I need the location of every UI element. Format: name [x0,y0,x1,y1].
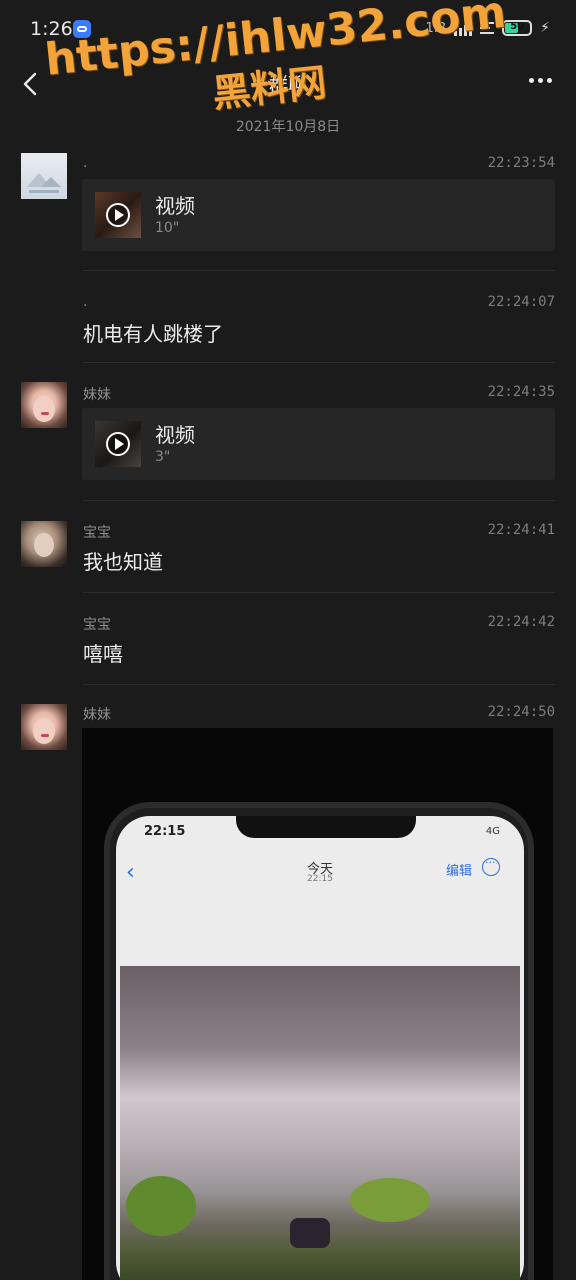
video-label: 视频 [155,423,195,447]
video-message[interactable]: 视频 3" [82,408,555,480]
data-icon [480,22,495,34]
avatar[interactable] [21,153,67,199]
play-icon [106,203,130,227]
network-speed: 1.3 [425,20,447,36]
avatar[interactable] [21,382,67,428]
sender-name: 宝宝 [83,617,111,633]
battery-icon: 50 [502,20,533,36]
video-duration: 10" [155,220,180,236]
avatar[interactable] [21,704,67,750]
bush-shape [350,1178,430,1222]
image-message[interactable]: 22:15 4G ‹ 今天 22:15 编辑 [82,728,553,1280]
signal-icon [454,20,473,36]
video-thumbnail [95,421,141,467]
sender-name: . [83,155,88,171]
play-icon [106,432,130,456]
sender-name: 妹妹 [83,707,111,723]
divider [83,592,555,593]
bush-shape [126,1176,196,1236]
phone-notch [236,816,416,838]
video-label: 视频 [155,194,195,218]
divider [83,684,555,685]
message-text[interactable]: 我也知道 [83,546,163,575]
message-time: 22:23:54 [487,155,555,171]
sender-name: 妹妹 [83,387,111,403]
divider [83,362,555,363]
photo-more-icon [482,856,500,876]
sender-name: . [83,294,88,310]
status-bar: 1:26 1.3 50 ⚡ [0,0,576,60]
message-time: 22:24:50 [487,704,555,720]
battery-level: 50 [510,21,525,32]
message-time: 22:24:42 [487,614,555,630]
message-text[interactable]: 嘻嘻 [83,638,123,667]
video-message[interactable]: 视频 10" [82,179,555,251]
photo-content [120,966,520,1280]
date-label: 2021年10月8日 [235,119,341,135]
divider [83,500,555,501]
status-time: 1:26 [30,18,73,40]
divider [83,270,555,271]
chat-header: 群聊 [0,56,576,112]
person-shape [290,1218,330,1248]
photo-phone-screen: 22:15 4G ‹ 今天 22:15 编辑 [116,816,524,1280]
chat-screen: 1:26 1.3 50 ⚡ 群聊 2021年10月8日 https://ihlw… [0,0,576,1280]
message-time: 22:24:07 [487,294,555,310]
message-time: 22:24:35 [487,384,555,400]
page-title: 群聊 [268,74,307,96]
status-indicators: 1.3 50 ⚡ [425,20,550,36]
message-text[interactable]: 机电有人跳楼了 [83,318,223,347]
video-duration: 3" [155,449,171,465]
photo-status-time: 22:15 [144,824,186,839]
charging-icon: ⚡ [540,20,550,36]
sender-name: 宝宝 [83,525,111,541]
more-options-icon[interactable] [529,78,552,83]
avatar[interactable] [21,521,67,567]
video-thumbnail [95,192,141,238]
cloud-app-icon [73,20,91,38]
message-time: 22:24:41 [487,522,555,538]
photo-network: 4G [485,826,500,837]
photo-edit-label: 编辑 [445,864,472,879]
